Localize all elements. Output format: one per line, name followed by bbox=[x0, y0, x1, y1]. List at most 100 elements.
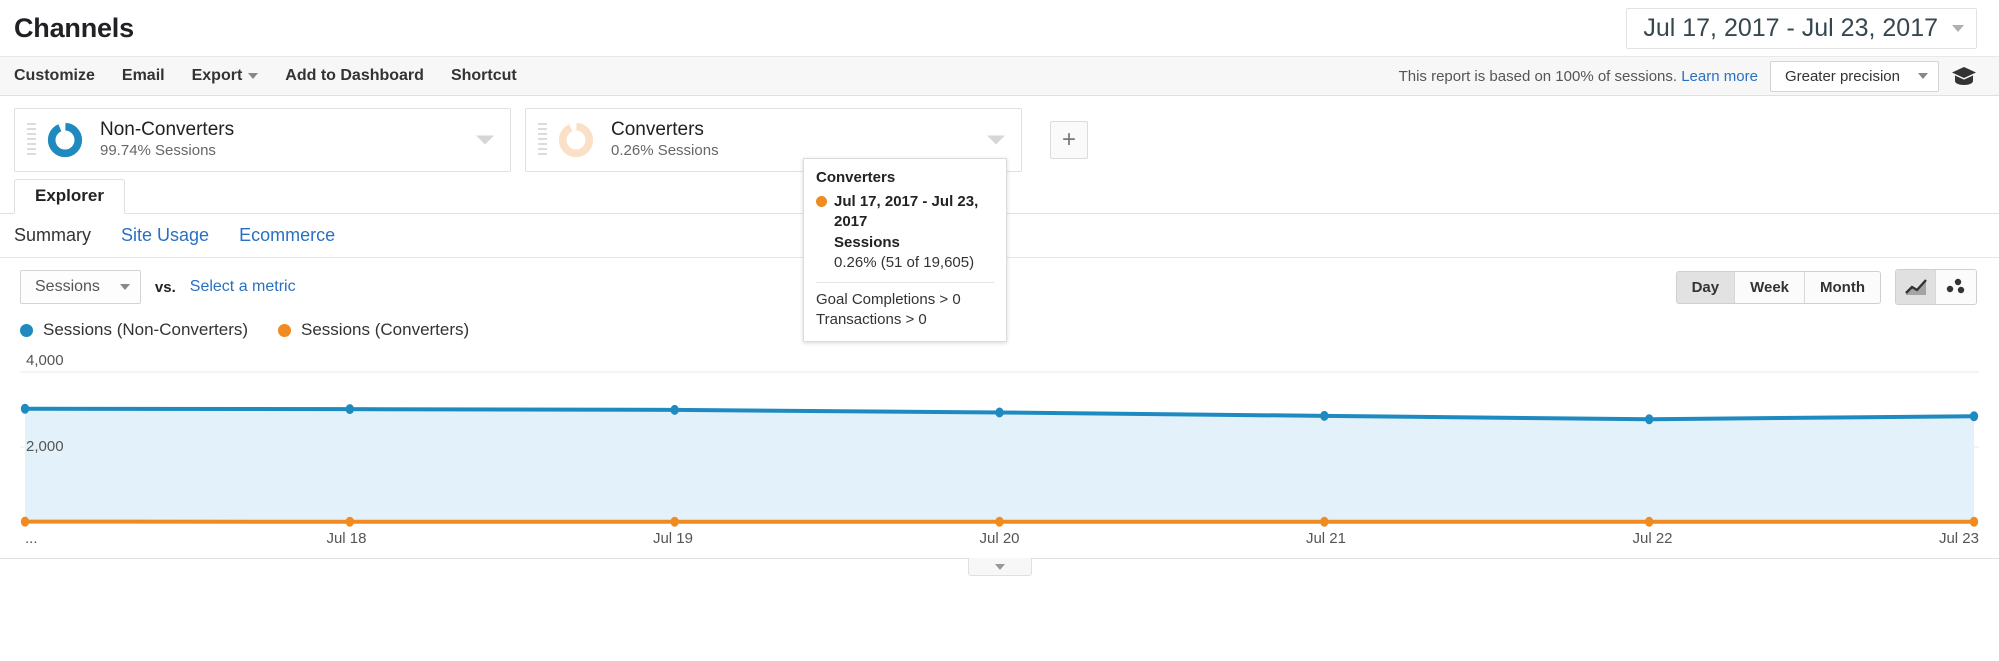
vs-label: vs. bbox=[154, 278, 176, 296]
tooltip-series-dot-icon bbox=[816, 196, 827, 207]
segment-name: Converters bbox=[611, 119, 704, 141]
chart-point bbox=[1644, 516, 1654, 527]
toolbar-export-button[interactable]: Export bbox=[192, 67, 259, 85]
x-axis-tick-4: Jul 21 bbox=[1305, 530, 1346, 547]
precision-label: Greater precision bbox=[1784, 67, 1900, 85]
chart-point bbox=[1644, 414, 1654, 425]
subtab-summary[interactable]: Summary bbox=[14, 225, 91, 246]
chart-point bbox=[20, 403, 30, 414]
legend-dot-converters bbox=[278, 323, 292, 337]
date-range-picker[interactable]: Jul 17, 2017 - Jul 23, 2017 bbox=[1626, 7, 1977, 49]
legend-label-converters: Sessions (Converters) bbox=[301, 320, 470, 339]
chart-point bbox=[345, 404, 355, 415]
x-axis-tick-3: Jul 20 bbox=[979, 530, 1020, 547]
drag-handle-icon[interactable] bbox=[27, 123, 36, 157]
scatter-plot-glyph bbox=[1946, 278, 1965, 294]
granularity-day-button[interactable]: Day bbox=[1676, 271, 1736, 303]
granularity-button-group: Day Week Month bbox=[1675, 270, 1881, 304]
chart-view-controls: Day Week Month bbox=[1675, 269, 1977, 305]
chart-type-button-group bbox=[1895, 269, 1977, 305]
tooltip-divider bbox=[816, 282, 994, 283]
segment-tooltip: Converters Jul 17, 2017 - Jul 23, 2017 S… bbox=[803, 158, 1007, 342]
toolbar-add-to-dashboard-button[interactable]: Add to Dashboard bbox=[285, 67, 424, 85]
page-header: Channels Jul 17, 2017 - Jul 23, 2017 bbox=[0, 0, 1999, 56]
segment-text-converters: Converters 0.26% Sessions bbox=[611, 119, 719, 160]
toolbar-email-label: Email bbox=[121, 67, 165, 84]
granularity-week-button[interactable]: Week bbox=[1735, 271, 1806, 303]
legend-label-non-converters: Sessions (Non-Converters) bbox=[43, 320, 249, 339]
chart-collapse-handle[interactable] bbox=[967, 558, 1032, 576]
subtab-ecommerce-label: Ecommerce bbox=[239, 225, 336, 245]
tooltip-title: Converters bbox=[816, 169, 896, 186]
legend-item-non-converters[interactable]: Sessions (Non-Converters) bbox=[20, 320, 248, 340]
segment-name: Non-Converters bbox=[100, 119, 235, 141]
sampling-graduation-cap-icon[interactable] bbox=[1951, 65, 1977, 87]
chart-point bbox=[670, 404, 679, 415]
chart-point bbox=[345, 516, 355, 527]
granularity-month-button[interactable]: Month bbox=[1805, 271, 1880, 303]
y-axis-tick-2000: 2,000 bbox=[26, 438, 64, 455]
legend-item-converters[interactable]: Sessions (Converters) bbox=[278, 320, 469, 340]
line-chart-glyph bbox=[1904, 279, 1927, 295]
chevron-down-icon bbox=[994, 563, 1005, 570]
scatter-plot-icon[interactable] bbox=[1936, 270, 1976, 304]
chart-point bbox=[1320, 410, 1329, 421]
chart-point bbox=[995, 516, 1004, 527]
page-title: Channels bbox=[14, 12, 134, 43]
subtab-ecommerce[interactable]: Ecommerce bbox=[239, 225, 335, 246]
date-range-label: Jul 17, 2017 - Jul 23, 2017 bbox=[1643, 13, 1938, 42]
add-segment-button[interactable]: + bbox=[1050, 121, 1088, 159]
toolbar-export-label: Export bbox=[191, 67, 243, 84]
x-axis-tick-6: Jul 23 bbox=[1938, 530, 1979, 547]
toolbar-sampling-area: This report is based on 100% of sessions… bbox=[1399, 60, 1977, 92]
chevron-down-icon bbox=[119, 284, 130, 290]
drag-handle-icon[interactable] bbox=[538, 123, 547, 157]
tooltip-date-row: Jul 17, 2017 - Jul 23, 2017 bbox=[816, 192, 994, 233]
toolbar-add-to-dashboard-label: Add to Dashboard bbox=[285, 67, 424, 84]
toolbar-actions: Customize Email Export Add to Dashboard … bbox=[14, 67, 517, 85]
subtab-site-usage-label: Site Usage bbox=[121, 225, 210, 245]
legend-dot-non-converters bbox=[20, 323, 33, 337]
x-axis-tick-1: Jul 18 bbox=[326, 530, 367, 547]
chart-point bbox=[1969, 516, 1979, 527]
select-a-metric-link[interactable]: Select a metric bbox=[190, 278, 296, 296]
toolbar-customize-button[interactable]: Customize bbox=[14, 67, 95, 85]
segment-percent: 0.26% Sessions bbox=[611, 142, 719, 160]
y-axis-tick-4000: 4,000 bbox=[26, 352, 64, 369]
segment-percent: 99.74% Sessions bbox=[100, 142, 216, 160]
chart-point bbox=[1320, 516, 1329, 527]
x-axis-labels: ... Jul 18 Jul 19 Jul 20 Jul 21 Jul 22 Jul 23 bbox=[20, 530, 1979, 552]
precision-dropdown[interactable]: Greater precision bbox=[1769, 60, 1939, 92]
chevron-down-icon bbox=[1918, 73, 1928, 79]
toolbar-shortcut-button[interactable]: Shortcut bbox=[451, 67, 517, 85]
granularity-week-label: Week bbox=[1750, 278, 1790, 296]
report-toolbar: Customize Email Export Add to Dashboard … bbox=[0, 56, 1999, 96]
segment-card-non-converters[interactable]: Non-Converters 99.74% Sessions bbox=[14, 108, 511, 172]
granularity-day-label: Day bbox=[1691, 278, 1720, 296]
segment-donut-icon-non-converters bbox=[47, 122, 83, 158]
tab-explorer-label: Explorer bbox=[35, 186, 104, 205]
x-axis-tick-5: Jul 22 bbox=[1632, 530, 1673, 547]
chevron-down-icon[interactable] bbox=[476, 135, 494, 145]
toolbar-shortcut-label: Shortcut bbox=[450, 67, 517, 84]
line-chart-icon[interactable] bbox=[1896, 270, 1936, 304]
chart-bottom-rule bbox=[0, 558, 1999, 578]
toolbar-customize-label: Customize bbox=[14, 67, 95, 84]
tab-explorer[interactable]: Explorer bbox=[14, 179, 125, 214]
x-axis-tick-0: ... bbox=[25, 530, 38, 547]
sessions-timeseries-chart[interactable]: 4,000 2,000 bbox=[20, 350, 1979, 530]
primary-metric-dropdown[interactable]: Sessions bbox=[20, 270, 141, 304]
subtab-site-usage[interactable]: Site Usage bbox=[121, 225, 209, 246]
sampling-note: This report is based on 100% of sessions… bbox=[1399, 68, 1758, 85]
tooltip-metric-name: Sessions bbox=[834, 233, 900, 251]
toolbar-email-button[interactable]: Email bbox=[122, 67, 165, 85]
graduation-cap-glyph bbox=[1952, 67, 1976, 85]
learn-more-link[interactable]: Learn more bbox=[1681, 68, 1758, 85]
segment-donut-icon-converters bbox=[558, 122, 594, 158]
x-axis-tick-2: Jul 19 bbox=[652, 530, 693, 547]
chart-point bbox=[1969, 411, 1979, 422]
chart-point bbox=[670, 516, 679, 527]
segment-text-non-converters: Non-Converters 99.74% Sessions bbox=[100, 119, 235, 160]
tooltip-condition-1: Goal Completions > 0 bbox=[816, 291, 961, 308]
chevron-down-icon[interactable] bbox=[987, 135, 1005, 145]
